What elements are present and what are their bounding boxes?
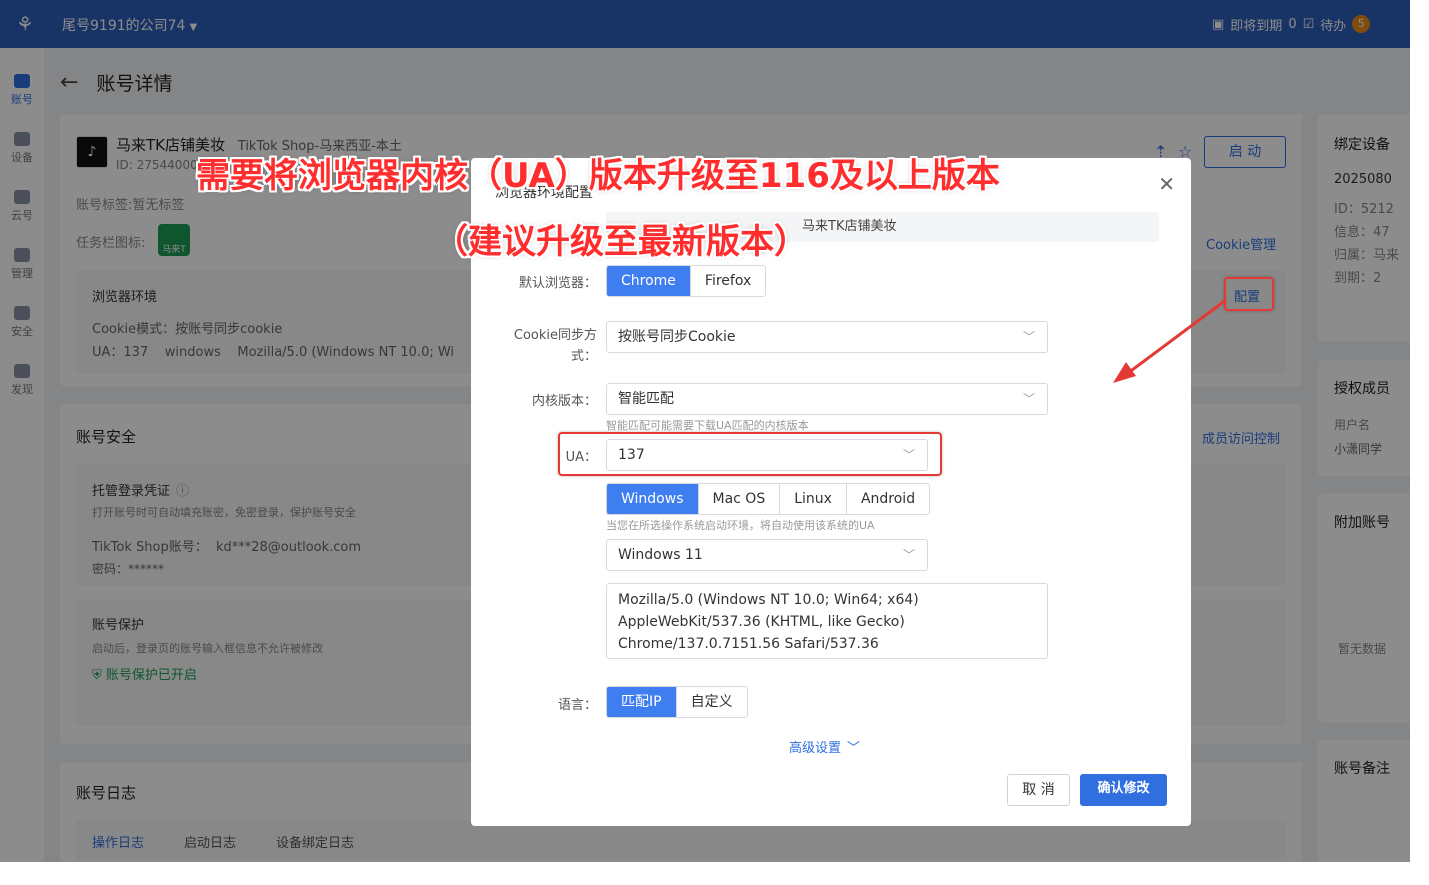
os-selector: Windows Mac OS Linux Android — [606, 483, 931, 515]
browser-option-chrome[interactable]: Chrome — [607, 266, 691, 296]
chevron-down-icon: ﹀ — [902, 548, 915, 562]
confirm-button[interactable]: 确认修改 — [1080, 774, 1167, 806]
os-version-select[interactable]: Windows 11 ﹀ — [606, 539, 928, 571]
kernel-hint: 智能匹配可能需要下载UA匹配的内核版本 — [606, 419, 809, 432]
advanced-label: 高级设置 — [789, 741, 842, 756]
kernel-select[interactable]: 智能匹配 ﹀ — [606, 383, 1048, 415]
ua-line: AppleWebKit/537.36 (KHTML, like Gecko) — [618, 614, 905, 630]
app-window: ⚘ 尾号9191的公司74 ▼ ▣ 即将到期 0 ☑ 待办 5 账号 设备 云号 … — [0, 0, 1410, 862]
os-option-macos[interactable]: Mac OS — [699, 484, 781, 514]
language-selector: 匹配IP 自定义 — [606, 686, 748, 718]
lang-option-match-ip[interactable]: 匹配IP — [607, 687, 677, 717]
cookie-sync-select[interactable]: 按账号同步Cookie ﹀ — [606, 321, 1048, 353]
os-option-windows[interactable]: Windows — [607, 484, 699, 514]
config-highlight-box — [1224, 277, 1274, 311]
os-hint: 当您在所选操作系统启动环境，将自动使用该系统的UA — [606, 519, 875, 532]
cookie-sync-label-1: Cookie同步方 — [513, 328, 597, 343]
os-option-linux[interactable]: Linux — [780, 484, 847, 514]
chevron-down-icon: ﹀ — [1022, 392, 1035, 406]
cookie-sync-value: 按账号同步Cookie — [618, 329, 736, 345]
browser-selector: Chrome Firefox — [606, 265, 767, 297]
advanced-settings-toggle[interactable]: 高级设置 ﹀ — [789, 737, 860, 756]
language-label: 语言： — [557, 698, 597, 713]
browser-option-firefox[interactable]: Firefox — [691, 266, 765, 296]
annotation-line-2: （建议升级至最新版本） — [434, 222, 808, 262]
chevron-down-icon: ﹀ — [1022, 330, 1035, 344]
ua-line: Mozilla/5.0 (Windows NT 10.0; Win64; x64… — [618, 592, 919, 608]
cookie-sync-label-2: 式： — [570, 349, 597, 364]
annotation-line-1: 需要将浏览器内核（UA）版本升级至116及以上版本 — [196, 156, 1000, 196]
cancel-button[interactable]: 取 消 — [1007, 774, 1070, 806]
close-icon[interactable]: ✕ — [1158, 172, 1175, 196]
default-browser-label: 默认浏览器： — [518, 276, 597, 291]
os-option-android[interactable]: Android — [847, 484, 929, 514]
ua-line: Chrome/137.0.7151.56 Safari/537.36 — [618, 636, 879, 652]
ua-string-textarea[interactable]: Mozilla/5.0 (Windows NT 10.0; Win64; x64… — [606, 583, 1048, 659]
os-version-value: Windows 11 — [618, 547, 703, 563]
lang-option-custom[interactable]: 自定义 — [677, 687, 747, 717]
chevron-down-icon: ﹀ — [847, 741, 861, 756]
ua-highlight-box — [558, 432, 942, 476]
kernel-label: 内核版本： — [531, 394, 597, 409]
kernel-value: 智能匹配 — [618, 391, 674, 407]
